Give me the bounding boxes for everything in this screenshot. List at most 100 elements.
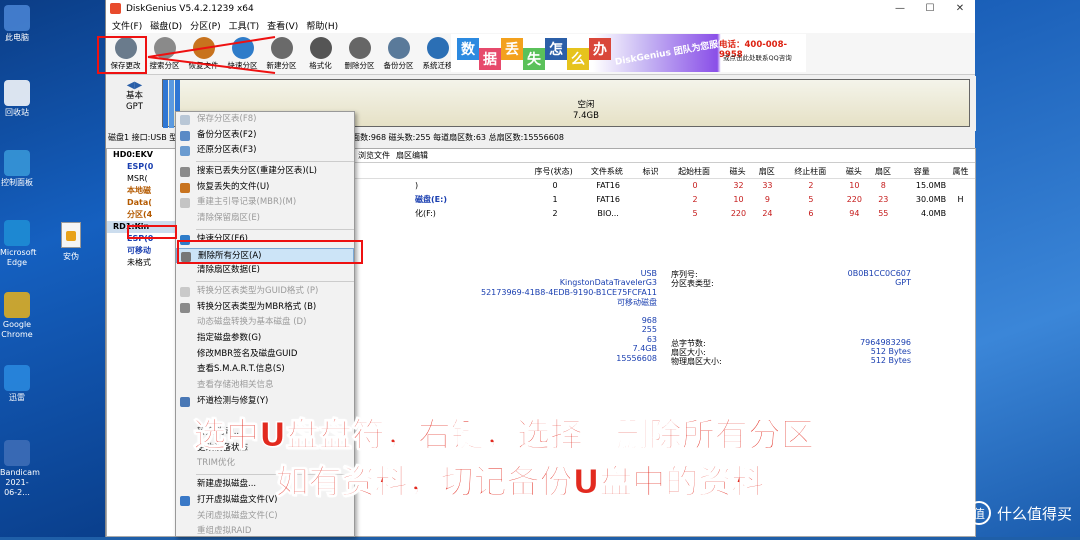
- detail-label: 物理扇区大小:: [671, 357, 722, 367]
- context-menu-item[interactable]: 转换分区表类型为GUID格式 (P): [176, 284, 354, 300]
- menu-item-icon: [180, 167, 190, 178]
- minimize-button[interactable]: —: [885, 0, 915, 17]
- caption-line-2: 如有资料，切记备份U盘中的资料: [275, 462, 765, 502]
- context-menu-item[interactable]: 修改MBR签名及磁盘GUID: [176, 347, 354, 363]
- table-row[interactable]: 磁盘(E:) 1 FAT16 2 10 9 5 220 23 30.0MB H: [355, 193, 975, 207]
- menu-item-icon: [181, 251, 191, 262]
- context-menu-item[interactable]: 删除所有分区(A): [176, 247, 354, 264]
- tree-item[interactable]: ESP(0: [107, 161, 175, 173]
- table-cell: 23: [878, 195, 889, 204]
- context-menu-item[interactable]: 重建主引导记录(MBR)(M): [176, 195, 354, 211]
- context-menu-item[interactable]: 动态磁盘转换为基本磁盘 (D): [176, 315, 354, 331]
- desktop-icon-label: Microsoft Edge: [0, 248, 37, 267]
- toolbar-button[interactable]: 删除分区: [340, 35, 379, 70]
- context-menu-item[interactable]: 快速分区(F6): [176, 232, 354, 248]
- tab[interactable]: 浏览文件: [355, 149, 393, 162]
- desktop-icon-label: 此电脑: [5, 33, 29, 42]
- context-menu-item[interactable]: 保存分区表(F8): [176, 112, 354, 128]
- app-icon: [110, 3, 121, 14]
- desktop-icon-image-icon: [4, 80, 30, 106]
- desktop-icon[interactable]: 迅雷: [0, 365, 34, 403]
- partition-name: 化(F:): [415, 209, 436, 218]
- table-cell: [637, 193, 666, 207]
- banner-char: 失: [523, 48, 545, 70]
- tree-item[interactable]: 分区(4: [107, 209, 175, 221]
- table-cell: 15.0MB: [915, 181, 947, 190]
- menu-item[interactable]: 分区(P): [186, 19, 224, 32]
- desktop-icon-file[interactable]: 安伪: [56, 222, 86, 262]
- tree-item[interactable]: ESP(0: [107, 233, 175, 245]
- tree-item[interactable]: RD1:Kin: [107, 221, 175, 233]
- ad-banner[interactable]: 数据丢失怎么办 DiskGenius 团队为您服务 电话：400-008-995…: [451, 34, 806, 72]
- table-cell: BIO...: [597, 209, 619, 218]
- context-menu-item[interactable]: 查看S.M.A.R.T.信息(S): [176, 362, 354, 378]
- column-header: 文件系统: [590, 167, 623, 176]
- desktop-icon[interactable]: 回收站: [0, 80, 34, 118]
- desktop-right: [975, 0, 1080, 537]
- context-menu-item[interactable]: 关闭虚拟磁盘文件(C): [176, 509, 354, 525]
- table-row[interactable]: 化(F:) 2 BIO... 5 220 24 6 94 55 4.0MB: [355, 207, 975, 221]
- menu-item-label: 保存分区表(F8): [197, 114, 257, 124]
- watermark-logo-icon: 值: [966, 501, 991, 525]
- disk-nav[interactable]: ◀▶ 基本 GPT: [112, 80, 157, 113]
- context-menu-item[interactable]: 清除扇区数据(E): [176, 263, 354, 279]
- menu-item[interactable]: 文件(F): [108, 19, 146, 32]
- table-cell: 94: [849, 209, 860, 218]
- table-cell: 0: [552, 181, 558, 190]
- menu-item[interactable]: 工具(T): [225, 19, 264, 32]
- desktop-icon[interactable]: Microsoft Edge: [0, 220, 37, 268]
- free-space-label: 空闲 7.4GB: [573, 100, 599, 121]
- toolbar-icon: [348, 37, 371, 59]
- context-menu-item[interactable]: 备份分区表(F2): [176, 128, 354, 144]
- tree-item[interactable]: Data(: [107, 197, 175, 209]
- context-menu-item[interactable]: 重组虚拟RAID: [176, 524, 354, 540]
- tree-item[interactable]: 未格式: [107, 257, 175, 269]
- menu-item[interactable]: 磁盘(D): [146, 19, 186, 32]
- maximize-button[interactable]: ☐: [915, 0, 945, 17]
- context-menu-item[interactable]: 恢复丢失的文件(U): [176, 180, 354, 196]
- table-cell: [946, 179, 975, 193]
- menu-item[interactable]: 帮助(H): [302, 19, 342, 32]
- close-button[interactable]: ✕: [945, 0, 975, 17]
- toolbar-button[interactable]: 备份分区: [379, 35, 418, 70]
- table-row[interactable]: ) 0 FAT16 0 32 33 2 10 8 15.0MB: [355, 179, 975, 193]
- detail-value: KingstonDataTravelerG3: [559, 278, 657, 288]
- context-menu-item[interactable]: 转换分区表类型为MBR格式 (B): [176, 300, 354, 316]
- table-cell: 55: [878, 209, 889, 218]
- title-bar: DiskGenius V5.4.2.1239 x64 — ☐ ✕: [106, 0, 975, 17]
- nav-arrows-icon[interactable]: ◀▶: [112, 80, 157, 91]
- desktop-icon[interactable]: Google Chrome: [0, 292, 34, 340]
- desktop-icon-label: 控制面板: [1, 178, 33, 187]
- context-menu-item[interactable]: 查看存储池相关信息: [176, 378, 354, 394]
- desktop-icon-label: 安伪: [63, 252, 79, 261]
- banner-char: 丢: [501, 38, 523, 60]
- partition-name: ): [415, 181, 419, 190]
- detail-value: GPT: [895, 278, 911, 288]
- menu-item-label: 快速分区(F6): [197, 233, 248, 244]
- tree-item[interactable]: HD0:EKV: [107, 149, 175, 161]
- menu-bar: 文件(F) 磁盘(D) 分区(P) 工具(T) 查看(V) 帮助(H): [106, 17, 975, 33]
- menu-item[interactable]: 查看(V): [263, 19, 302, 32]
- menu-item-label: 清除保留扇区(E): [197, 213, 261, 224]
- desktop-icon[interactable]: 此电脑: [0, 5, 34, 43]
- detail-value: 0B0B1CC0C607: [847, 269, 911, 278]
- menu-item-label: 还原分区表(F3): [197, 145, 257, 156]
- tree-item[interactable]: MSR(: [107, 173, 175, 185]
- menu-item-label: 搜索已丢失分区(重建分区表)(L): [197, 166, 318, 177]
- tab[interactable]: 扇区编辑: [393, 149, 431, 162]
- tree-item[interactable]: 可移动: [107, 245, 175, 257]
- tree-item[interactable]: 本地磁: [107, 185, 175, 197]
- table-cell: 33: [762, 181, 773, 190]
- context-menu-item[interactable]: 清除保留扇区(E): [176, 211, 354, 227]
- desktop-icon-label: 回收站: [5, 108, 29, 117]
- header-spacer: [355, 165, 529, 178]
- desktop-icon[interactable]: 控制面板: [0, 150, 34, 188]
- desktop-icon[interactable]: Bandicam 2021-06-2...: [0, 440, 40, 498]
- annotation-arrows: [147, 36, 276, 74]
- menu-item-label: 转换分区表类型为GUID格式 (P): [197, 285, 319, 296]
- menu-item-label: 删除所有分区(A): [198, 250, 262, 261]
- context-menu-item[interactable]: 还原分区表(F3): [176, 143, 354, 159]
- context-menu-item[interactable]: 指定磁盘参数(G): [176, 331, 354, 347]
- toolbar-button[interactable]: 格式化: [301, 35, 340, 70]
- context-menu-item[interactable]: 搜索已丢失分区(重建分区表)(L): [176, 164, 354, 180]
